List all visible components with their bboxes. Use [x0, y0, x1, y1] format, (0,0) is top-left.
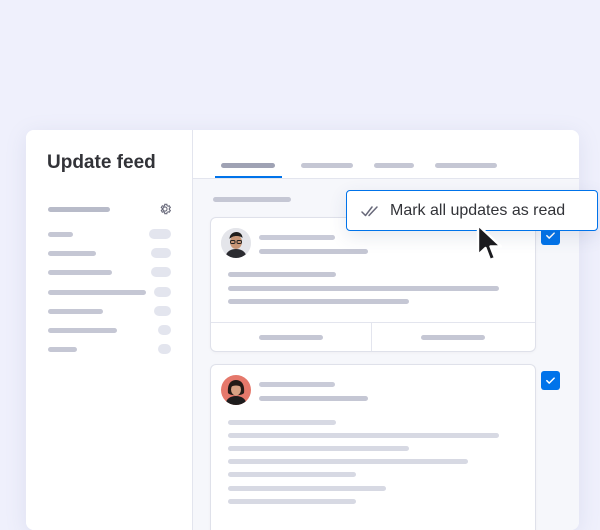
count-badge	[154, 287, 171, 297]
arrow-pointer-icon	[476, 223, 503, 262]
tab[interactable]	[374, 163, 414, 168]
count-badge	[158, 325, 171, 335]
mark-all-read-button[interactable]: Mark all updates as read	[346, 190, 598, 231]
section-header	[213, 197, 291, 202]
checkbox[interactable]	[541, 371, 560, 390]
checkmark-icon	[546, 232, 555, 239]
mark-all-read-label: Mark all updates as read	[390, 202, 566, 219]
card-actions	[211, 322, 535, 351]
tab-bar	[193, 130, 579, 179]
checkmark-icon	[546, 377, 555, 384]
count-badge	[151, 267, 171, 277]
count-badge	[158, 344, 171, 354]
avatar	[221, 375, 251, 405]
double-check-icon	[361, 206, 378, 217]
tab[interactable]	[301, 163, 353, 168]
active-tab-indicator	[215, 176, 282, 178]
gear-icon[interactable]	[158, 202, 172, 216]
count-badge	[149, 229, 171, 239]
update-card[interactable]	[210, 364, 536, 530]
tab-active[interactable]	[221, 163, 275, 168]
avatar	[221, 228, 251, 258]
avatar-man-glasses-icon	[221, 228, 251, 258]
count-badge	[151, 248, 171, 258]
sidebar: Update feed	[26, 130, 193, 530]
count-badge	[154, 306, 171, 316]
sidebar-section-header	[48, 207, 110, 212]
page-title: Update feed	[47, 152, 156, 173]
tab[interactable]	[435, 163, 497, 168]
action-button[interactable]	[259, 335, 323, 340]
action-button[interactable]	[421, 335, 485, 340]
avatar-woman-icon	[221, 375, 251, 405]
